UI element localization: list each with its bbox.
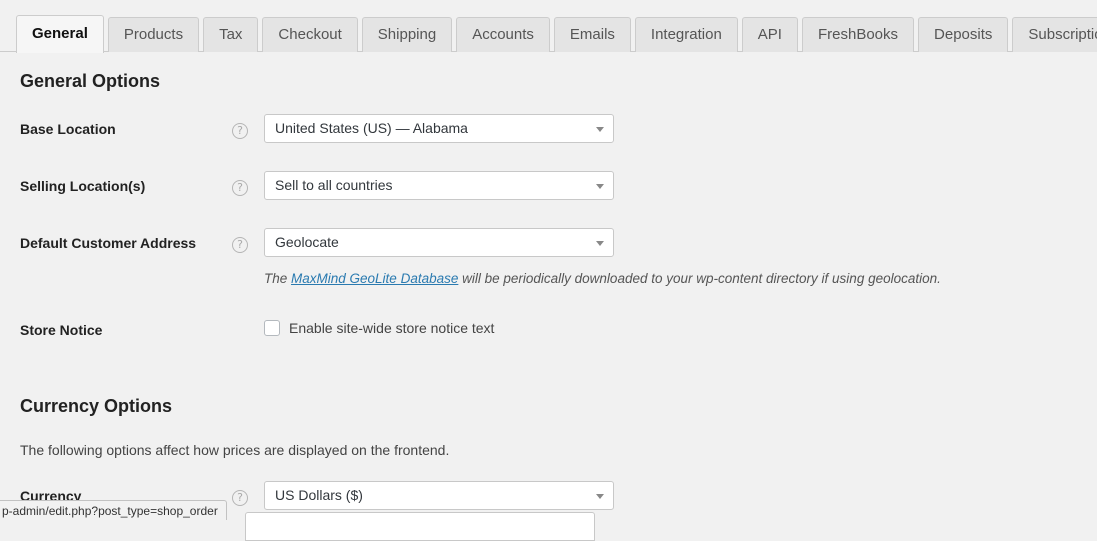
store-notice-checkbox[interactable]	[264, 320, 280, 336]
settings-tab-bar: General Products Tax Checkout Shipping A…	[0, 0, 1097, 52]
currency-select[interactable]: US Dollars ($)	[264, 481, 614, 510]
row-store-notice: Store Notice Enable site-wide store noti…	[20, 302, 1077, 358]
description-text-before: The	[264, 271, 291, 286]
chevron-down-icon	[596, 241, 604, 246]
tip-cell-default-customer-address: ?	[232, 215, 264, 302]
help-icon[interactable]: ?	[232, 490, 248, 506]
row-base-location: Base Location ? United States (US) — Ala…	[20, 101, 1077, 158]
field-cell-store-notice: Enable site-wide store notice text	[264, 302, 1077, 358]
geolocation-description: The MaxMind GeoLite Database will be per…	[264, 270, 1077, 289]
store-notice-checkbox-row: Enable site-wide store notice text	[264, 315, 1077, 336]
tab-freshbooks[interactable]: FreshBooks	[802, 17, 914, 52]
tab-shipping[interactable]: Shipping	[362, 17, 452, 52]
help-icon[interactable]: ?	[232, 123, 248, 139]
chevron-down-icon	[596, 127, 604, 132]
selling-location-value: Sell to all countries	[265, 172, 613, 199]
currency-options-heading: Currency Options	[20, 394, 1077, 419]
tab-accounts[interactable]: Accounts	[456, 17, 550, 52]
general-options-table: Base Location ? United States (US) — Ala…	[20, 101, 1077, 358]
tip-cell-base-location: ?	[232, 101, 264, 158]
tab-api[interactable]: API	[742, 17, 798, 52]
row-selling-location: Selling Location(s) ? Sell to all countr…	[20, 158, 1077, 215]
default-customer-address-value: Geolocate	[265, 229, 613, 256]
help-icon[interactable]: ?	[232, 180, 248, 196]
currency-options-description: The following options affect how prices …	[20, 440, 1077, 461]
chevron-down-icon	[596, 184, 604, 189]
next-option-select-partial[interactable]	[245, 512, 595, 541]
tab-products[interactable]: Products	[108, 17, 199, 52]
selling-location-select[interactable]: Sell to all countries	[264, 171, 614, 200]
tab-integration[interactable]: Integration	[635, 17, 738, 52]
tab-checkout[interactable]: Checkout	[262, 17, 357, 52]
field-cell-default-customer-address: Geolocate The MaxMind GeoLite Database w…	[264, 215, 1077, 302]
general-options-heading: General Options	[20, 69, 1077, 94]
base-location-value: United States (US) — Alabama	[265, 115, 613, 142]
field-cell-selling-location: Sell to all countries	[264, 158, 1077, 215]
tab-tax[interactable]: Tax	[203, 17, 258, 52]
tab-list: General Products Tax Checkout Shipping A…	[16, 9, 1097, 52]
label-default-customer-address: Default Customer Address	[20, 215, 232, 302]
settings-content: General Options Base Location ? United S…	[0, 69, 1097, 525]
help-icon[interactable]: ?	[232, 237, 248, 253]
row-default-customer-address: Default Customer Address ? Geolocate The…	[20, 215, 1077, 302]
label-store-notice: Store Notice	[20, 302, 232, 358]
field-cell-base-location: United States (US) — Alabama	[264, 101, 1077, 158]
description-text-after: will be periodically downloaded to your …	[458, 271, 941, 286]
tip-cell-selling-location: ?	[232, 158, 264, 215]
base-location-select[interactable]: United States (US) — Alabama	[264, 114, 614, 143]
tip-cell-store-notice	[232, 302, 264, 358]
tab-deposits[interactable]: Deposits	[918, 17, 1008, 52]
tab-general[interactable]: General	[16, 15, 104, 53]
label-selling-location: Selling Location(s)	[20, 158, 232, 215]
default-customer-address-select[interactable]: Geolocate	[264, 228, 614, 257]
tab-subscriptions[interactable]: Subscriptions	[1012, 17, 1097, 52]
store-notice-checkbox-label[interactable]: Enable site-wide store notice text	[289, 320, 494, 336]
maxmind-geolite-database-link[interactable]: MaxMind GeoLite Database	[291, 271, 458, 286]
browser-status-bar: p-admin/edit.php?post_type=shop_order	[0, 500, 227, 520]
label-base-location: Base Location	[20, 101, 232, 158]
tab-emails[interactable]: Emails	[554, 17, 631, 52]
currency-value: US Dollars ($)	[265, 482, 613, 509]
chevron-down-icon	[596, 494, 604, 499]
